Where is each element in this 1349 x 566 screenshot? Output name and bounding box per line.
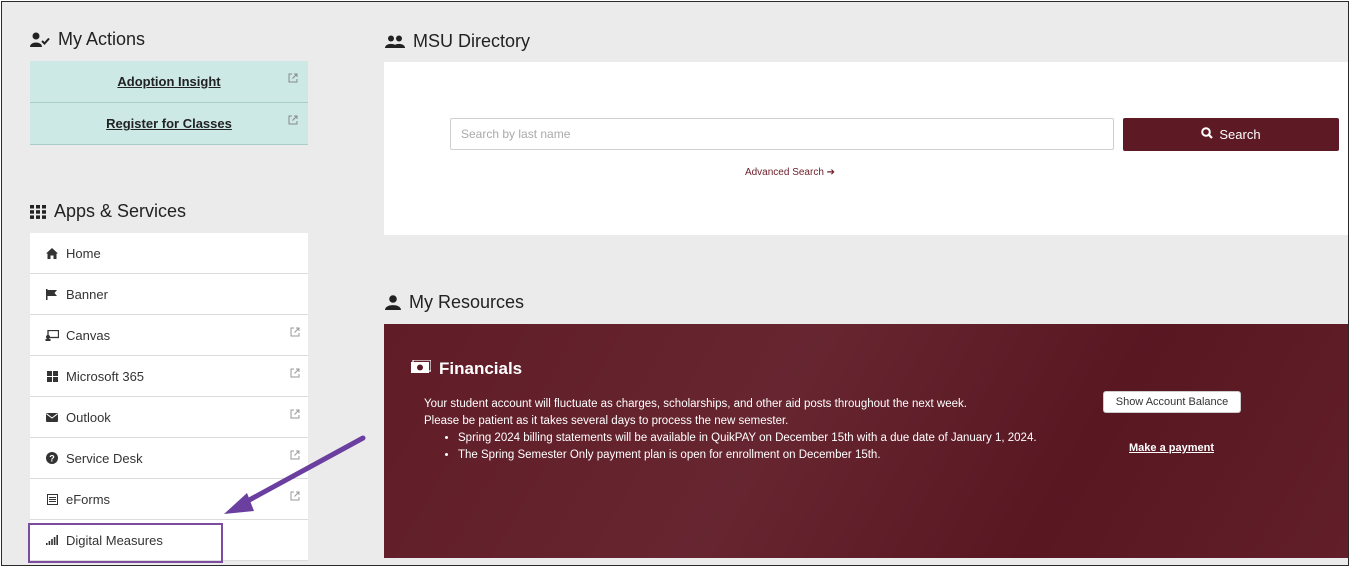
flag-icon <box>44 288 60 300</box>
external-link-icon <box>288 71 298 86</box>
action-adoption-insight[interactable]: Adoption Insight <box>30 61 308 103</box>
app-label: Service Desk <box>66 450 143 466</box>
app-canvas[interactable]: Canvas <box>30 315 308 356</box>
app-digital-measures[interactable]: Digital Measures <box>30 520 308 561</box>
directory-header: MSU Directory <box>385 31 530 52</box>
signal-bars-icon <box>44 535 60 545</box>
advanced-search-row: Advanced Search ➔ <box>384 167 1348 178</box>
financials-bullet: Spring 2024 billing statements will be a… <box>458 430 1084 447</box>
search-button[interactable]: Search <box>1123 118 1339 151</box>
advanced-search-link[interactable]: Advanced Search ➔ <box>745 167 835 178</box>
action-label: Adoption Insight <box>117 74 221 89</box>
app-label: Home <box>66 245 101 261</box>
my-actions-title: My Actions <box>58 29 146 49</box>
directory-card: Search Advanced Search ➔ <box>384 62 1348 235</box>
search-button-label: Search <box>1219 127 1261 142</box>
resources-header: My Resources <box>385 292 524 313</box>
action-register-classes[interactable]: Register for Classes <box>30 103 308 145</box>
action-label: Register for Classes <box>106 116 232 131</box>
question-circle-icon: ? <box>44 452 60 464</box>
users-icon <box>385 35 405 49</box>
financials-header: Financials <box>411 359 522 379</box>
external-link-icon <box>288 113 298 128</box>
form-icon <box>44 493 60 505</box>
search-icon <box>1201 127 1214 142</box>
app-label: Digital Measures <box>66 532 163 548</box>
user-check-icon <box>30 32 50 48</box>
directory-title: MSU Directory <box>413 31 531 51</box>
app-outlook[interactable]: Outlook <box>30 397 308 438</box>
show-account-balance-button[interactable]: Show Account Balance <box>1103 391 1241 413</box>
apps-list: Home Banner Canvas Microsoft 365 Outlook <box>30 233 308 561</box>
external-link-icon <box>290 366 300 381</box>
make-payment-link[interactable]: Make a payment <box>1129 442 1214 454</box>
left-column: My Actions Adoption Insight Register for… <box>2 2 345 565</box>
app-banner[interactable]: Banner <box>30 274 308 315</box>
app-eforms[interactable]: eForms <box>30 479 308 520</box>
my-actions-header: My Actions <box>30 29 145 50</box>
money-bill-icon <box>411 359 432 379</box>
app-label: Canvas <box>66 327 111 343</box>
app-label: Microsoft 365 <box>66 368 145 384</box>
svg-text:?: ? <box>49 454 55 464</box>
financials-title: Financials <box>439 359 523 378</box>
app-label: Banner <box>66 286 108 302</box>
windows-grid-icon <box>44 370 60 382</box>
envelope-icon <box>44 412 60 422</box>
home-icon <box>44 247 60 259</box>
external-link-icon <box>290 489 300 504</box>
financials-line-2: Please be patient as it takes several da… <box>424 415 789 427</box>
external-link-icon <box>290 407 300 422</box>
financials-line-1: Your student account will fluctuate as c… <box>424 398 967 410</box>
app-label: Outlook <box>66 409 111 425</box>
app-service-desk[interactable]: ? Service Desk <box>30 438 308 479</box>
app-label: eForms <box>66 491 111 507</box>
financials-body: Your student account will fluctuate as c… <box>424 396 1084 464</box>
financials-card: Financials Your student account will flu… <box>384 324 1348 558</box>
external-link-icon <box>290 448 300 463</box>
resources-title: My Resources <box>409 292 525 312</box>
canvas-icon <box>44 329 60 341</box>
search-input[interactable] <box>450 118 1114 150</box>
external-link-icon <box>290 325 300 340</box>
apps-services-title: Apps & Services <box>54 201 187 221</box>
grid-icon <box>30 204 46 219</box>
apps-services-header: Apps & Services <box>30 201 186 222</box>
financials-bullet: The Spring Semester Only payment plan is… <box>458 447 1084 464</box>
app-home[interactable]: Home <box>30 233 308 274</box>
my-actions-list: Adoption Insight Register for Classes <box>30 61 308 145</box>
app-microsoft-365[interactable]: Microsoft 365 <box>30 356 308 397</box>
user-icon <box>385 295 401 310</box>
financials-bullets: Spring 2024 billing statements will be a… <box>424 430 1084 464</box>
portal-frame: My Actions Adoption Insight Register for… <box>1 1 1349 566</box>
